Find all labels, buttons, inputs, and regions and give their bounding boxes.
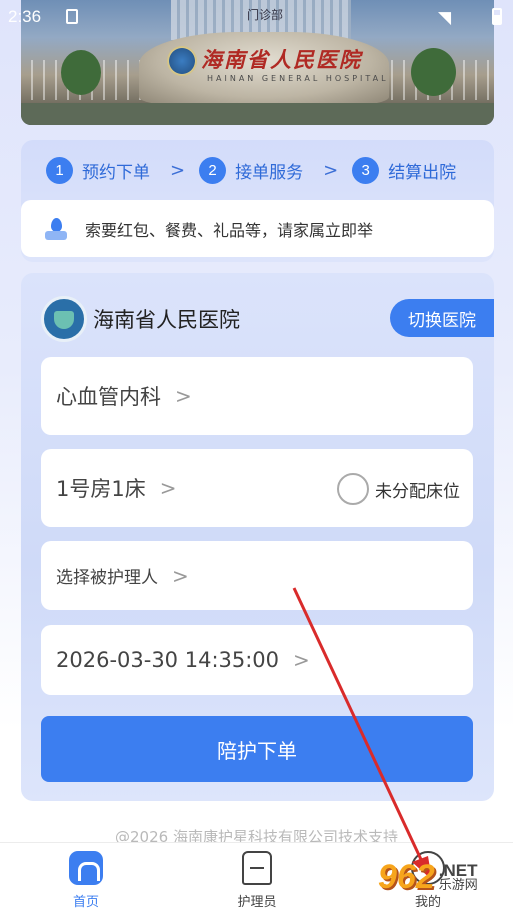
step-number: 2 <box>199 156 227 184</box>
stone-title: 海南省人民医院 <box>201 47 362 72</box>
step-1: 1 预约下单 <box>46 156 150 184</box>
patient-selector[interactable]: 选择被护理人 > <box>41 541 473 610</box>
step-label: 接单服务 <box>235 162 304 183</box>
home-icon <box>69 851 103 885</box>
hospital-logo-icon <box>41 296 87 342</box>
chevron-right-icon: > <box>293 648 310 672</box>
step-label: 预约下单 <box>82 162 150 183</box>
notice-text: 索要红包、餐费、礼品等，请家属立即举 <box>85 220 374 240</box>
department-selector[interactable]: 心血管内科 > <box>41 357 473 435</box>
notice-icon <box>43 216 69 242</box>
unassigned-bed-option[interactable]: 未分配床位 <box>337 473 460 505</box>
unassigned-label: 未分配床位 <box>375 481 460 502</box>
wifi-icon: ◥ <box>438 8 452 27</box>
step-2: 2 接单服务 <box>199 156 304 184</box>
step-label: 结算出院 <box>388 162 457 183</box>
bed-selector[interactable]: 1号房1床 > 未分配床位 <box>41 449 473 527</box>
tree <box>411 48 456 96</box>
hospital-name: 海南省人民医院 <box>93 308 240 332</box>
tab-home[interactable]: 首页 <box>36 851 136 910</box>
datetime-value: 2026-03-30 14:35:00 <box>56 648 280 672</box>
chevron-right-icon: > <box>323 159 339 181</box>
tab-label: 首页 <box>72 895 99 910</box>
department-value: 心血管内科 <box>56 385 161 409</box>
chevron-right-icon: > <box>159 476 177 500</box>
watermark-number: 962 <box>378 857 435 896</box>
hospital-header: 海南省人民医院 <box>41 295 240 343</box>
sim-icon <box>66 9 78 24</box>
steps-card: 1 预约下单 > 2 接单服务 > 3 结算出院 索要红包、餐费、礼品等，请家属… <box>21 140 494 262</box>
unassigned-radio[interactable] <box>337 473 369 505</box>
tab-label: 护理员 <box>237 895 277 910</box>
step-3: 3 结算出院 <box>352 156 457 184</box>
battery-icon <box>492 8 502 25</box>
bed-value: 1号房1床 <box>56 477 146 501</box>
chevron-right-icon: > <box>175 384 192 408</box>
ground <box>21 103 494 125</box>
watermark-cn: 乐游网 <box>438 878 478 893</box>
status-time: 2:36 <box>8 7 42 26</box>
notice-banner[interactable]: 索要红包、餐费、礼品等，请家属立即举 <box>21 200 494 257</box>
switch-hospital-button[interactable]: 切换医院 <box>390 299 494 337</box>
step-number: 1 <box>46 156 73 184</box>
nurse-icon <box>242 851 272 885</box>
hospital-emblem <box>167 46 197 76</box>
process-steps: 1 预约下单 > 2 接单服务 > 3 结算出院 <box>21 140 494 200</box>
stone-subtitle: HAINAN GENERAL HOSPITAL <box>207 74 389 83</box>
patient-placeholder: 选择被护理人 <box>56 568 158 588</box>
datetime-selector[interactable]: 2026-03-30 14:35:00 > <box>41 625 473 695</box>
step-number: 3 <box>352 156 380 184</box>
status-bar: 2:36 ◥ <box>0 0 513 34</box>
tree <box>61 50 101 95</box>
tab-nurse[interactable]: 护理员 <box>207 851 307 910</box>
submit-order-button[interactable]: 陪护下单 <box>41 716 473 782</box>
watermark-net: .NET <box>438 861 478 880</box>
chevron-right-icon: > <box>172 563 189 588</box>
site-watermark: 962 .NET 乐游网 <box>378 852 513 902</box>
order-card: 海南省人民医院 切换医院 心血管内科 > 1号房1床 > 未分配床位 选择被护理… <box>21 273 494 801</box>
chevron-right-icon: > <box>170 159 186 181</box>
